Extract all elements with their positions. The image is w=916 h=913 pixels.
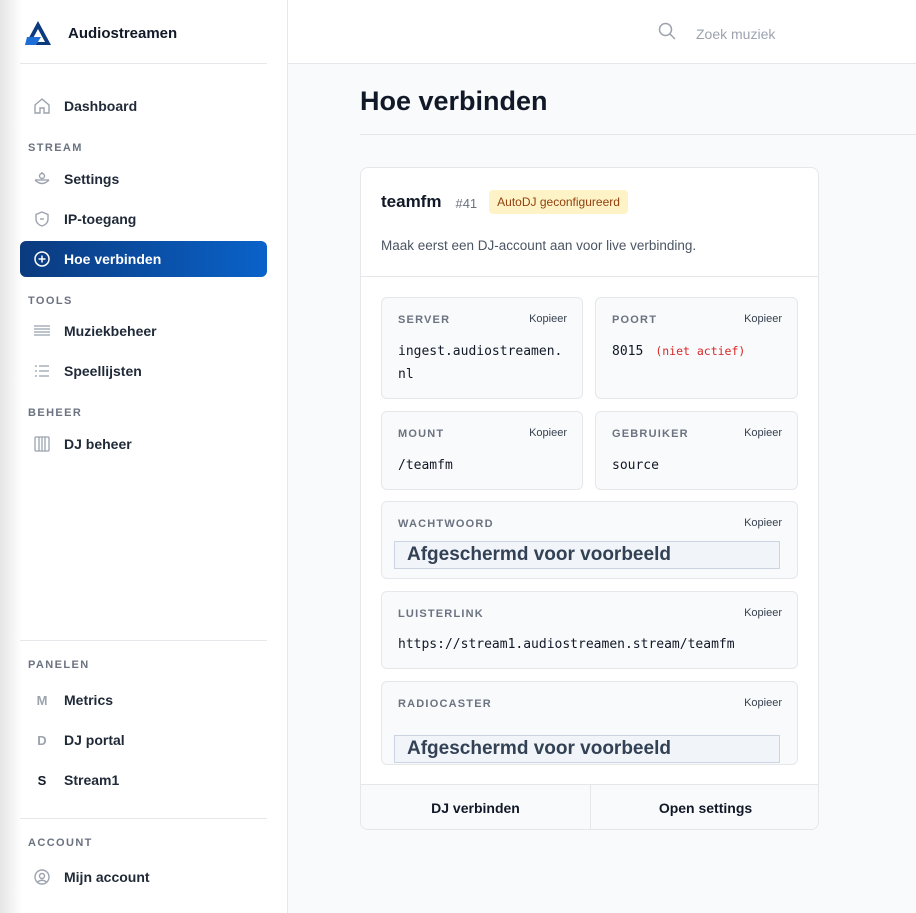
home-icon bbox=[32, 96, 52, 116]
section-label-stream: STREAM bbox=[28, 142, 83, 154]
field-mount: MOUNT Kopieer /teamfm bbox=[381, 411, 583, 490]
sidebar-item-dashboard[interactable]: Dashboard bbox=[20, 88, 267, 124]
sidebar-item-muziekbeheer[interactable]: Muziekbeheer bbox=[20, 313, 267, 349]
field-server: SERVER Kopieer ingest.audiostreamen. nl bbox=[381, 297, 583, 399]
copy-button[interactable]: Kopieer bbox=[744, 313, 782, 325]
field-label: SERVER bbox=[398, 314, 451, 326]
field-label: POORT bbox=[612, 314, 658, 326]
sidebar-item-mijn-account[interactable]: Mijn account bbox=[20, 859, 267, 895]
field-label: LUISTERLINK bbox=[398, 608, 484, 620]
sidebar-item-label: DJ portal bbox=[64, 732, 125, 748]
section-label-tools: TOOLS bbox=[28, 295, 73, 307]
field-label: WACHTWOORD bbox=[398, 518, 494, 530]
card-header: teamfm #41 AutoDJ geconfigureerd bbox=[381, 190, 628, 214]
stream-id: #41 bbox=[455, 196, 478, 211]
sidebar-item-metrics[interactable]: M Metrics bbox=[20, 682, 267, 718]
server-value-line: nl bbox=[398, 367, 414, 382]
sidebar-item-ip-toegang[interactable]: IP-toegang bbox=[20, 201, 267, 237]
card-divider bbox=[361, 276, 818, 277]
sidebar-item-speellijsten[interactable]: Speellijsten bbox=[20, 353, 267, 389]
sidebar-item-label: Muziekbeheer bbox=[64, 323, 157, 339]
field-value: 8015 (niet actief) bbox=[612, 340, 745, 363]
copy-button[interactable]: Kopieer bbox=[744, 697, 782, 709]
card-subtitle: Maak eerst een DJ-account aan voor live … bbox=[381, 238, 697, 253]
field-label: RADIOCASTER bbox=[398, 698, 492, 710]
field-label: GEBRUIKER bbox=[612, 428, 689, 440]
search-input[interactable] bbox=[696, 25, 876, 42]
sidebar-item-label: Speellijsten bbox=[64, 363, 142, 379]
mixer-icon bbox=[32, 169, 52, 189]
panel-letter-icon: S bbox=[37, 772, 47, 788]
field-value: ingest.audiostreamen. nl bbox=[398, 340, 562, 386]
field-radiocaster: RADIOCASTER Kopieer Afgeschermd voor voo… bbox=[381, 681, 798, 765]
field-port: POORT Kopieer 8015 (niet actief) bbox=[595, 297, 798, 399]
stream-name: teamfm bbox=[381, 192, 442, 211]
panel-letter-icon: M bbox=[36, 692, 48, 708]
sidebar-item-label: IP-toegang bbox=[64, 211, 137, 227]
columns-icon bbox=[32, 434, 52, 454]
playlist-icon bbox=[32, 361, 52, 381]
status-badge: AutoDJ geconfigureerd bbox=[489, 190, 628, 214]
port-status: (niet actief) bbox=[655, 344, 746, 358]
masked-value: Afgeschermd voor voorbeeld bbox=[394, 735, 780, 763]
section-label-panelen: PANELEN bbox=[28, 659, 90, 671]
section-label-beheer: BEHEER bbox=[28, 407, 83, 419]
section-label-account: ACCOUNT bbox=[28, 837, 93, 849]
dj-connect-button[interactable]: DJ verbinden bbox=[361, 785, 590, 829]
topbar bbox=[288, 0, 916, 64]
sidebar-divider bbox=[20, 63, 267, 64]
field-user: GEBRUIKER Kopieer source bbox=[595, 411, 798, 490]
connection-card: teamfm #41 AutoDJ geconfigureerd Maak ee… bbox=[360, 167, 819, 830]
search-icon[interactable] bbox=[658, 22, 676, 45]
user-circle-icon bbox=[32, 867, 52, 887]
copy-button[interactable]: Kopieer bbox=[744, 607, 782, 619]
port-value: 8015 bbox=[612, 344, 644, 359]
copy-button[interactable]: Kopieer bbox=[744, 517, 782, 529]
sidebar-item-label: DJ beheer bbox=[64, 436, 132, 452]
field-label: MOUNT bbox=[398, 428, 445, 440]
field-value: source bbox=[612, 458, 659, 473]
sidebar-item-dj-beheer[interactable]: DJ beheer bbox=[20, 426, 267, 462]
sidebar-item-dj-portal[interactable]: D DJ portal bbox=[20, 722, 267, 758]
open-settings-button[interactable]: Open settings bbox=[590, 785, 818, 829]
sidebar-item-label: Settings bbox=[64, 171, 120, 187]
sidebar-item-label: Stream1 bbox=[64, 772, 120, 788]
sidebar-item-label: Dashboard bbox=[64, 98, 138, 114]
sidebar-item-label: Hoe verbinden bbox=[64, 251, 162, 267]
server-value-line: ingest.audiostreamen. bbox=[398, 344, 563, 359]
copy-button[interactable]: Kopieer bbox=[529, 427, 567, 439]
field-value[interactable]: https://stream1.audiostreamen.stream/tea… bbox=[398, 633, 735, 656]
plus-circle-icon bbox=[32, 249, 52, 269]
panel-letter-icon: D bbox=[37, 732, 47, 748]
field-listen-link: LUISTERLINK Kopieer https://stream1.audi… bbox=[381, 591, 798, 669]
masked-value: Afgeschermd voor voorbeeld bbox=[394, 541, 780, 569]
page-title: Hoe verbinden bbox=[360, 86, 548, 116]
sidebar-divider bbox=[20, 818, 267, 819]
sidebar-item-hoe-verbinden[interactable]: Hoe verbinden bbox=[20, 241, 267, 277]
brand[interactable]: Audiostreamen bbox=[24, 18, 177, 48]
field-value: /teamfm bbox=[398, 458, 453, 473]
sidebar-item-label: Mijn account bbox=[64, 869, 150, 885]
card-footer: DJ verbinden Open settings bbox=[361, 784, 818, 829]
title-divider bbox=[360, 134, 916, 135]
sidebar-divider bbox=[20, 640, 267, 641]
list-icon bbox=[32, 321, 52, 341]
sidebar-item-settings[interactable]: Settings bbox=[20, 161, 267, 197]
copy-button[interactable]: Kopieer bbox=[744, 427, 782, 439]
sidebar-item-stream1[interactable]: S Stream1 bbox=[20, 762, 267, 798]
shield-icon bbox=[32, 209, 52, 229]
copy-button[interactable]: Kopieer bbox=[529, 313, 567, 325]
sidebar-item-label: Metrics bbox=[64, 692, 114, 708]
sidebar: Audiostreamen Dashboard STREAM Settings … bbox=[0, 0, 288, 913]
search-bar bbox=[658, 22, 876, 45]
field-password: WACHTWOORD Kopieer Afgeschermd voor voor… bbox=[381, 501, 798, 579]
app-name: Audiostreamen bbox=[68, 24, 178, 42]
audiostreamen-logo bbox=[25, 21, 51, 45]
